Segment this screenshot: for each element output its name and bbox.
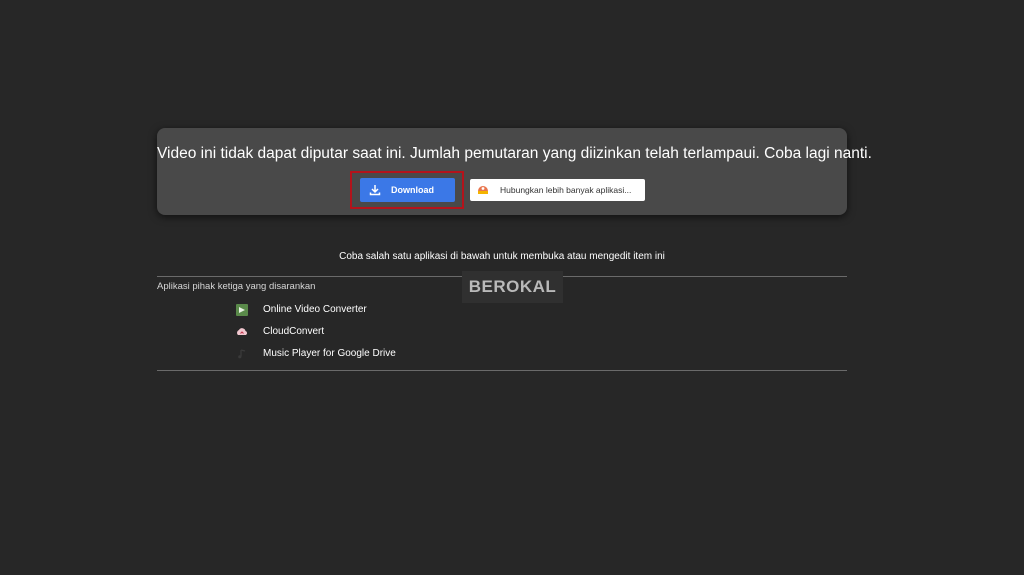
connect-more-apps-button[interactable]: Hubungkan lebih banyak aplikasi...	[470, 179, 645, 201]
music-player-icon	[236, 347, 248, 359]
app-label: Online Video Converter	[263, 303, 367, 315]
app-item-online-video-converter[interactable]: Online Video Converter	[236, 298, 396, 320]
open-with-prompt: Coba salah satu aplikasi di bawah untuk …	[339, 251, 665, 262]
apps-marketplace-icon	[476, 183, 490, 197]
cloudconvert-icon	[236, 325, 248, 337]
download-icon	[368, 183, 382, 197]
error-card: Video ini tidak dapat diputar saat ini. …	[157, 128, 872, 215]
app-label: Music Player for Google Drive	[263, 347, 396, 359]
error-message: Video ini tidak dapat diputar saat ini. …	[157, 145, 872, 162]
app-label: CloudConvert	[263, 325, 325, 337]
download-label: Download	[391, 185, 434, 195]
online-video-converter-icon	[236, 303, 248, 316]
suggested-apps-title: Aplikasi pihak ketiga yang disarankan	[157, 281, 316, 292]
app-item-cloudconvert[interactable]: CloudConvert	[236, 320, 396, 342]
download-button[interactable]: Download	[360, 178, 455, 202]
app-item-music-player[interactable]: Music Player for Google Drive	[236, 342, 396, 364]
divider-bottom	[157, 370, 847, 371]
suggested-apps-list: Online Video Converter CloudConvert Musi…	[236, 298, 396, 364]
connect-more-apps-label: Hubungkan lebih banyak aplikasi...	[500, 185, 632, 195]
watermark: BEROKAL	[462, 271, 563, 303]
